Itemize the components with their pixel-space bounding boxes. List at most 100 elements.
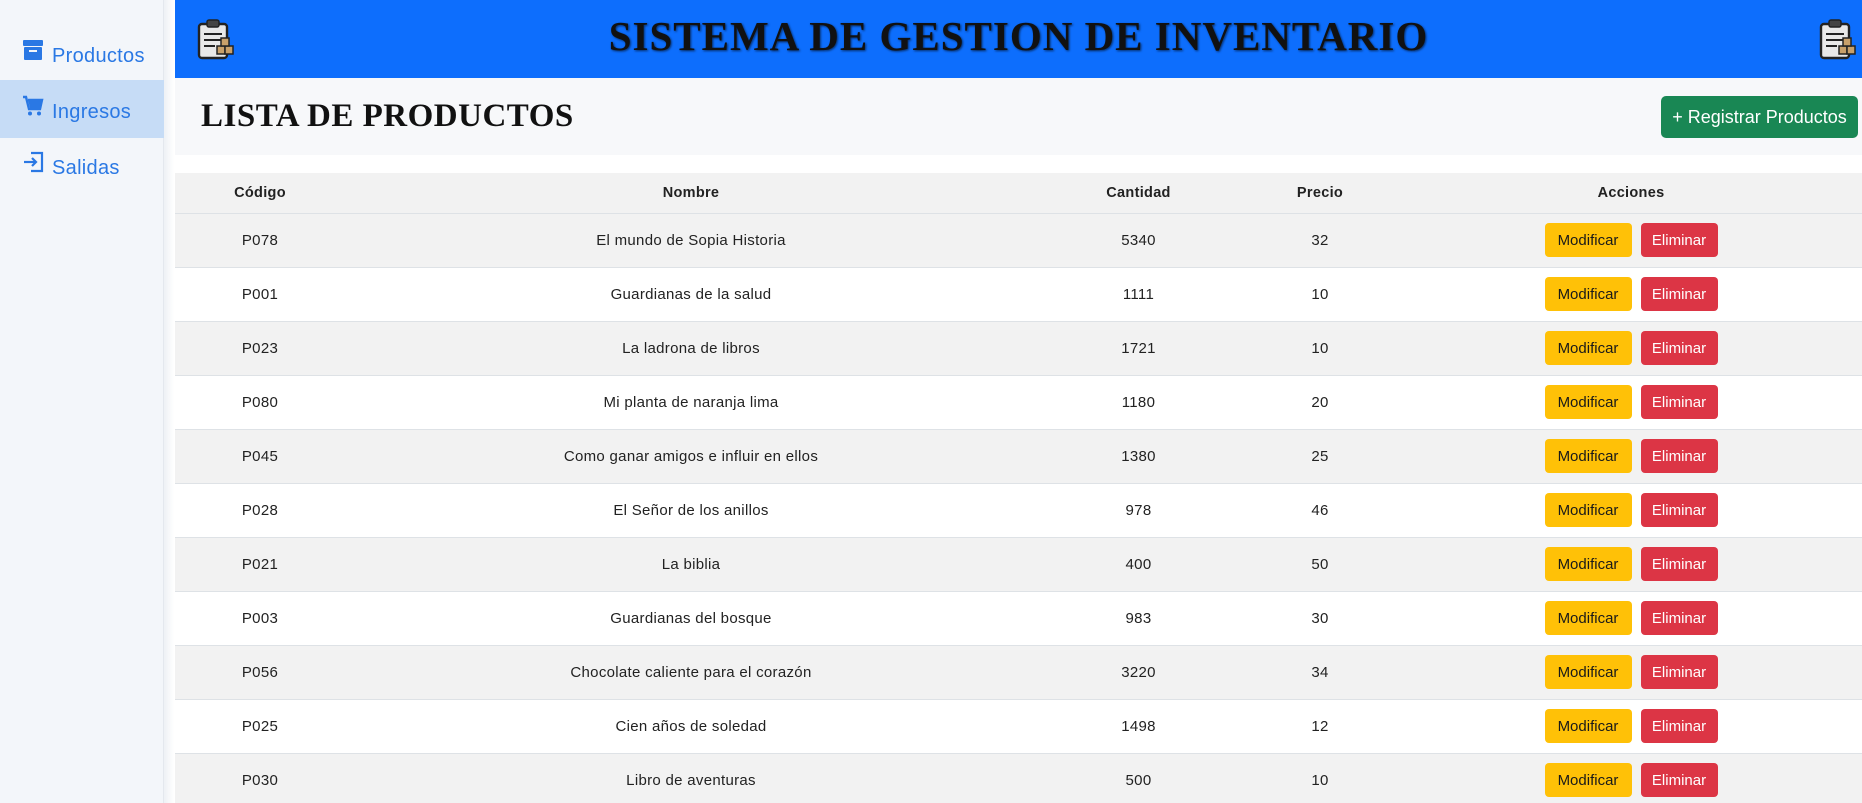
cell-name: Libro de aventuras	[626, 771, 756, 789]
sidebar-item-salidas[interactable]: Salidas	[0, 136, 164, 194]
sidebar-item-label: Ingresos	[52, 100, 132, 123]
cell-code: P030	[241, 771, 279, 789]
sidebar-item-label: Productos	[52, 44, 145, 67]
delete-button[interactable]: Eliminar	[1640, 655, 1718, 689]
cell-code: P001	[241, 285, 279, 303]
cell-actions: Modificar Eliminar	[1400, 375, 1862, 429]
cell-actions: Modificar Eliminar	[1400, 483, 1862, 537]
cell-price: 30	[1311, 609, 1329, 627]
cell-code: P025	[241, 717, 279, 735]
archive-box-icon	[22, 39, 44, 61]
sidebar: Productos Ingresos Salidas	[0, 0, 164, 803]
cell-actions: Modificar Eliminar	[1400, 537, 1862, 591]
cell-actions: Modificar Eliminar	[1400, 213, 1862, 267]
delete-button[interactable]: Eliminar	[1640, 385, 1718, 419]
modify-button[interactable]: Modificar	[1544, 709, 1632, 743]
cell-code: P078	[241, 231, 279, 249]
modify-button[interactable]: Modificar	[1544, 655, 1632, 689]
column-header-actions: Acciones	[1400, 173, 1862, 214]
cell-quantity: 1498	[1121, 717, 1156, 735]
column-header-price: Precio	[1240, 173, 1400, 214]
cell-code: P023	[241, 339, 279, 357]
cell-quantity: 1721	[1121, 339, 1156, 357]
cell-price: 25	[1311, 447, 1329, 465]
column-header-quantity: Cantidad	[1037, 173, 1240, 214]
cell-name: Como ganar amigos e influir en ellos	[563, 447, 819, 465]
delete-button[interactable]: Eliminar	[1640, 547, 1718, 581]
modify-button[interactable]: Modificar	[1544, 547, 1632, 581]
cell-price: 46	[1311, 501, 1329, 519]
table-row: P045 Como ganar amigos e influir en ello…	[175, 429, 1862, 483]
cell-name: Cien años de soledad	[615, 717, 767, 735]
delete-button[interactable]: Eliminar	[1640, 709, 1718, 743]
table-row: P080 Mi planta de naranja lima 1180 20 M…	[175, 375, 1862, 429]
cell-quantity: 1111	[1122, 285, 1155, 303]
modify-button[interactable]: Modificar	[1544, 763, 1632, 797]
column-header-code: Código	[175, 173, 345, 214]
cell-name: El mundo de Sopia Historia	[596, 231, 786, 249]
table-row: P025 Cien años de soledad 1498 12 Modifi…	[175, 699, 1862, 753]
sidebar-item-label: Salidas	[52, 156, 120, 179]
table-row: P021 La biblia 400 50 Modificar Eliminar	[175, 537, 1862, 591]
cell-quantity: 5340	[1121, 231, 1156, 249]
cell-code: P056	[241, 663, 279, 681]
modify-button[interactable]: Modificar	[1544, 277, 1632, 311]
app-header: SISTEMA DE GESTION DE INVENTARIO	[175, 0, 1862, 78]
cell-price: 10	[1311, 339, 1329, 357]
cell-price: 10	[1311, 285, 1329, 303]
app-title: SISTEMA DE GESTION DE INVENTARIO	[608, 13, 1429, 59]
cell-quantity: 983	[1125, 609, 1152, 627]
delete-button[interactable]: Eliminar	[1640, 439, 1718, 473]
sidebar-divider	[164, 0, 174, 803]
cell-quantity: 1380	[1121, 447, 1156, 465]
page-title: LISTA DE PRODUCTOS	[201, 98, 574, 134]
table-row: P030 Libro de aventuras 500 10 Modificar…	[175, 753, 1862, 803]
cell-name: Guardianas de la salud	[610, 285, 772, 303]
cell-code: P021	[241, 555, 279, 573]
table-row: P056 Chocolate caliente para el corazón …	[175, 645, 1862, 699]
delete-button[interactable]: Eliminar	[1640, 223, 1718, 257]
shopping-cart-icon	[22, 95, 44, 117]
cell-price: 12	[1311, 717, 1329, 735]
cell-actions: Modificar Eliminar	[1400, 645, 1862, 699]
modify-button[interactable]: Modificar	[1544, 385, 1632, 419]
exit-arrow-icon	[22, 151, 44, 173]
table-row: P003 Guardianas del bosque 983 30 Modifi…	[175, 591, 1862, 645]
table-row: P001 Guardianas de la salud 1111 10 Modi…	[175, 267, 1862, 321]
cell-price: 34	[1311, 663, 1329, 681]
cell-actions: Modificar Eliminar	[1400, 753, 1862, 803]
cell-price: 32	[1311, 231, 1329, 249]
cell-quantity: 978	[1125, 501, 1152, 519]
cell-name: El Señor de los anillos	[613, 501, 769, 519]
cell-quantity: 3220	[1121, 663, 1156, 681]
cell-actions: Modificar Eliminar	[1400, 321, 1862, 375]
products-table-container: Código Nombre Cantidad Precio Acciones P…	[175, 173, 1862, 803]
cell-actions: Modificar Eliminar	[1400, 591, 1862, 645]
modify-button[interactable]: Modificar	[1544, 601, 1632, 635]
cell-name: La biblia	[661, 555, 721, 573]
cell-actions: Modificar Eliminar	[1400, 699, 1862, 753]
cell-actions: Modificar Eliminar	[1400, 267, 1862, 321]
cell-code: P028	[241, 501, 279, 519]
table-row: P028 El Señor de los anillos 978 46 Modi…	[175, 483, 1862, 537]
modify-button[interactable]: Modificar	[1544, 493, 1632, 527]
table-row: P078 El mundo de Sopia Historia 5340 32 …	[175, 213, 1862, 267]
products-table: Código Nombre Cantidad Precio Acciones P…	[175, 173, 1862, 803]
modify-button[interactable]: Modificar	[1544, 331, 1632, 365]
modify-button[interactable]: Modificar	[1544, 439, 1632, 473]
delete-button[interactable]: Eliminar	[1640, 493, 1718, 527]
cell-name: Mi planta de naranja lima	[603, 393, 779, 411]
modify-button[interactable]: Modificar	[1544, 223, 1632, 257]
sidebar-item-ingresos[interactable]: Ingresos	[0, 80, 164, 138]
cell-price: 50	[1311, 555, 1329, 573]
sidebar-item-productos[interactable]: Productos	[0, 24, 164, 82]
delete-button[interactable]: Eliminar	[1640, 763, 1718, 797]
cell-name: La ladrona de libros	[622, 339, 760, 357]
cell-price: 20	[1311, 393, 1329, 411]
cell-quantity: 1180	[1121, 393, 1156, 411]
cell-price: 10	[1311, 771, 1329, 789]
delete-button[interactable]: Eliminar	[1640, 601, 1718, 635]
register-products-button[interactable]: + Registrar Productos	[1661, 96, 1858, 138]
delete-button[interactable]: Eliminar	[1640, 331, 1718, 365]
delete-button[interactable]: Eliminar	[1640, 277, 1718, 311]
